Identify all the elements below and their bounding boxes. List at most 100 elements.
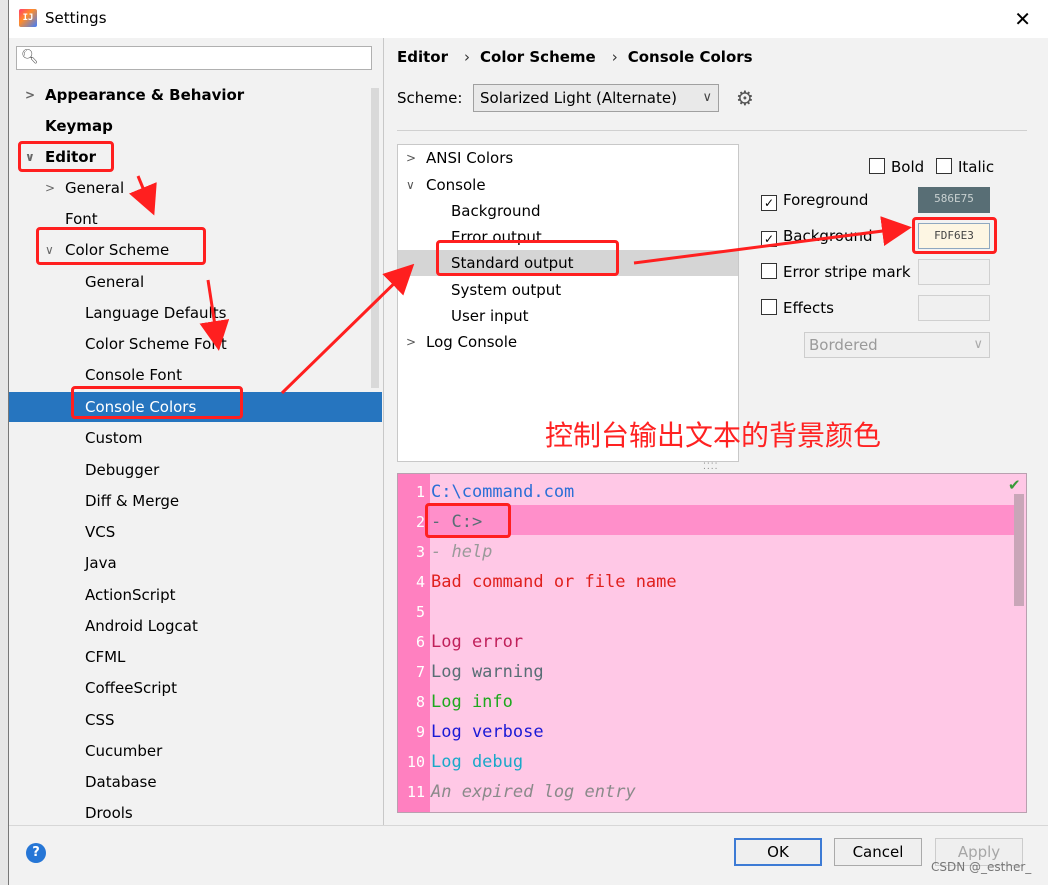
line-number: 10 [406, 753, 425, 771]
tree-item-diff-merge[interactable]: Diff & Merge [85, 486, 179, 516]
checkbox-box[interactable] [761, 299, 777, 315]
italic-checkbox[interactable]: Italic [936, 154, 994, 180]
tree-item-ansi-colors[interactable]: > ANSI Colors [406, 145, 513, 171]
tree-item-drools[interactable]: Drools [85, 798, 133, 828]
checkbox-box[interactable] [936, 158, 952, 174]
error-stripe-color-swatch[interactable] [918, 259, 990, 285]
preview-line-text: Log info [431, 692, 513, 712]
tree-item-appearance-behavior[interactable]: > Appearance & Behavior [25, 80, 244, 110]
tree-item-custom[interactable]: Custom [85, 423, 142, 453]
checkbox-box[interactable]: ✓ [761, 231, 777, 247]
checkbox-box[interactable]: ✓ [761, 195, 777, 211]
chevron-right-icon: > [25, 88, 36, 102]
intellij-app-icon: IJ [19, 9, 37, 27]
tree-item-keymap[interactable]: Keymap [45, 111, 113, 141]
checkbox-box[interactable] [869, 158, 885, 174]
tree-item-color-scheme-font[interactable]: Color Scheme Font [85, 329, 227, 359]
splitter-handle[interactable]: ⁚⁚⁚⁚ [703, 462, 718, 472]
tree-item-label: System output [451, 281, 562, 299]
tree-item-css[interactable]: CSS [85, 705, 115, 735]
preview-line-text: Log verbose [431, 722, 544, 742]
preview-line-text: An expired log entry [431, 782, 636, 802]
line-number: 8 [415, 693, 425, 711]
effects-type-value: Bordered [809, 336, 878, 354]
tree-item-label: Diff & Merge [85, 492, 180, 510]
tree-item-language-defaults[interactable]: Language Defaults [85, 298, 226, 328]
ok-button[interactable]: OK [734, 838, 822, 866]
tree-item-cfml[interactable]: CFML [85, 642, 125, 672]
tree-item-label: Console Font [85, 366, 182, 384]
tree-item-log-console[interactable]: > Log Console [406, 329, 517, 355]
tree-item-label: Font [65, 210, 98, 228]
scheme-dropdown[interactable]: Solarized Light (Alternate) ∨ [473, 84, 719, 112]
tree-scrollbar[interactable] [371, 88, 379, 388]
tree-item-system-output[interactable]: System output [451, 277, 561, 303]
chevron-down-icon: ∨ [973, 337, 983, 352]
tree-item-label: Debugger [85, 461, 160, 479]
preview-line: 9 Log verbose [398, 717, 1026, 747]
annotation-box-console-colors [71, 386, 243, 419]
tree-item-coffeescript[interactable]: CoffeeScript [85, 673, 177, 703]
tree-item-cs-general[interactable]: General [85, 267, 144, 297]
line-number: 5 [415, 603, 425, 621]
preview-line-text: Bad command or file name [431, 572, 677, 592]
checkbox-label: Italic [958, 158, 995, 176]
settings-search[interactable]: 🔍︎ [16, 46, 372, 70]
checkbox-label: Bold [891, 158, 925, 176]
preview-line: 6 Log error [398, 627, 1026, 657]
watermark: CSDN @_esther_ [931, 860, 1032, 874]
foreground-color-swatch[interactable]: 586E75 [918, 187, 990, 213]
search-icon: 🔍︎ [21, 49, 39, 65]
effects-type-dropdown[interactable]: Bordered ∨ [804, 332, 990, 358]
tree-item-actionscript[interactable]: ActionScript [85, 580, 175, 610]
breadcrumb-item: Color Scheme [480, 48, 596, 66]
line-number: 6 [415, 633, 425, 651]
chevron-right-icon: > [406, 151, 417, 165]
bold-checkbox[interactable]: Bold [869, 154, 924, 180]
tree-item-label: Custom [85, 429, 143, 447]
foreground-checkbox[interactable]: ✓ Foreground [761, 187, 868, 213]
tree-item-label: Console [426, 176, 486, 194]
tree-item-general[interactable]: > General [45, 173, 124, 203]
line-number: 7 [415, 663, 425, 681]
tree-item-debugger[interactable]: Debugger [85, 455, 159, 485]
tree-item-console[interactable]: ∨ Console [406, 172, 486, 198]
settings-dialog: IJ Settings ✕ 🔍︎ > Appearance & Behavior… [8, 0, 1048, 885]
close-icon[interactable]: ✕ [1014, 7, 1031, 31]
preview-line: 5 [398, 597, 1026, 627]
search-input[interactable] [45, 49, 369, 69]
line-number: 1 [415, 483, 425, 501]
line-number: 4 [415, 573, 425, 591]
breadcrumb-separator: › [464, 48, 470, 66]
annotation-box-editor [18, 141, 114, 172]
tree-item-label: General [85, 273, 145, 291]
preview-line: 11 An expired log entry [398, 777, 1026, 807]
tree-item-user-input[interactable]: User input [451, 303, 529, 329]
tree-item-background[interactable]: Background [451, 198, 541, 224]
effects-checkbox[interactable]: Effects [761, 295, 834, 321]
preview-line: 7 Log warning [398, 657, 1026, 687]
line-number: 9 [415, 723, 425, 741]
tree-item-cucumber[interactable]: Cucumber [85, 736, 162, 766]
effects-color-swatch[interactable] [918, 295, 990, 321]
gear-icon[interactable]: ⚙︎ [736, 86, 754, 110]
line-number: 3 [415, 543, 425, 561]
error-stripe-checkbox[interactable]: Error stripe mark [761, 259, 911, 285]
background-checkbox[interactable]: ✓ Background [761, 223, 873, 249]
tree-item-android-logcat[interactable]: Android Logcat [85, 611, 198, 641]
tree-item-label: Android Logcat [85, 617, 198, 635]
tree-item-database[interactable]: Database [85, 767, 157, 797]
tree-item-label: ANSI Colors [426, 149, 514, 167]
tree-item-java[interactable]: Java [85, 548, 117, 578]
tree-item-label: Cucumber [85, 742, 163, 760]
preview-line-text: - help [431, 542, 493, 562]
tree-item-label: VCS [85, 523, 116, 541]
tree-item-label: ActionScript [85, 586, 176, 604]
preview-line: 3 - help [398, 537, 1026, 567]
window-title: Settings [45, 9, 107, 27]
annotation-box-prompt-line [425, 503, 511, 538]
cancel-button[interactable]: Cancel [834, 838, 922, 866]
tree-item-vcs[interactable]: VCS [85, 517, 115, 547]
checkbox-box[interactable] [761, 263, 777, 279]
help-button[interactable]: ? [26, 843, 46, 863]
